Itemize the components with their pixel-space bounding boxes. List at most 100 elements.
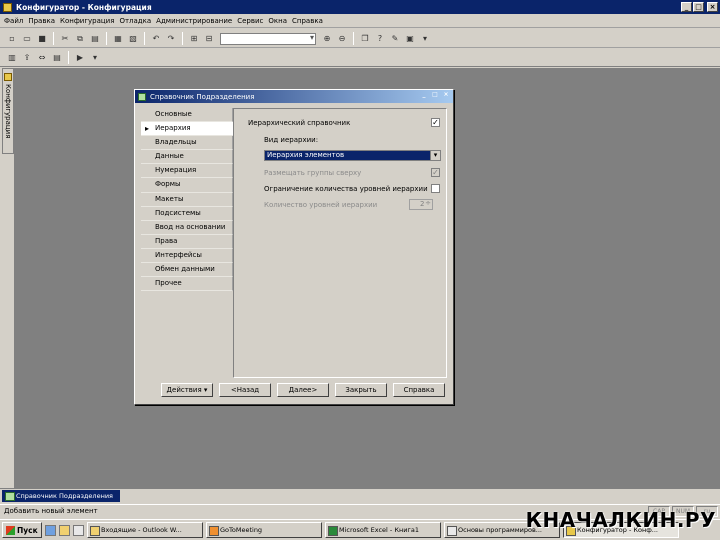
toolbar-separator xyxy=(106,32,107,45)
levels-count-input[interactable]: 2 xyxy=(409,199,433,210)
toolbar-separator xyxy=(53,32,54,45)
dialog-close-button[interactable]: × xyxy=(441,91,451,100)
nav-item-main[interactable]: Основные xyxy=(141,108,233,123)
menu-debug[interactable]: Отладка xyxy=(119,17,151,25)
dialog-maximize-button[interactable]: □ xyxy=(430,91,440,100)
nav-item-hierarchy[interactable]: Иерархия xyxy=(141,122,233,137)
menu-configuration[interactable]: Конфигурация xyxy=(60,17,114,25)
nav-item-input-based-on[interactable]: Ввод на основании xyxy=(141,220,233,235)
limit-levels-label: Ограничение количества уровней иерархии xyxy=(264,185,428,193)
new-icon[interactable]: ▫ xyxy=(6,33,18,45)
menu-bar: Файл Правка Конфигурация Отладка Админис… xyxy=(0,14,720,28)
find-icon[interactable]: ⊞ xyxy=(188,33,200,45)
find-prev-icon[interactable]: ⊖ xyxy=(336,33,348,45)
replace-icon[interactable]: ⊟ xyxy=(203,33,215,45)
context-help-icon[interactable]: ? xyxy=(374,33,386,45)
next-button[interactable]: Далее> xyxy=(277,383,329,397)
toolbar-separator xyxy=(144,32,145,45)
nav-item-interfaces[interactable]: Интерфейсы xyxy=(141,248,233,264)
toolbar-separator xyxy=(353,32,354,45)
hierarchy-panel: Иерархический справочник ✓ Вид иерархии:… xyxy=(233,108,447,378)
actions-button[interactable]: Действия ▾ xyxy=(161,383,213,397)
config-toolbar: ▥ ⇪ ⇔ ▤ ▶ ▾ xyxy=(0,49,720,67)
chevron-down-icon[interactable]: ▾ xyxy=(430,151,440,160)
toolbar-options-icon[interactable]: ▾ xyxy=(89,52,101,64)
close-button[interactable]: × xyxy=(707,2,718,12)
help-button[interactable]: Справка xyxy=(393,383,445,397)
menu-file[interactable]: Файл xyxy=(4,17,23,25)
paste-icon[interactable]: ▤ xyxy=(89,33,101,45)
task-excel[interactable]: Microsoft Excel - Книга1 xyxy=(325,522,441,538)
copy-icon[interactable]: ⧉ xyxy=(74,33,86,45)
window-tab-catalog[interactable]: Справочник Подразделения xyxy=(2,490,120,502)
limit-levels-checkbox[interactable] xyxy=(431,184,440,193)
hierarchical-checkbox[interactable]: ✓ xyxy=(431,118,440,127)
status-text: Добавить новый элемент xyxy=(4,507,98,515)
maximize-button[interactable]: □ xyxy=(693,2,704,12)
minimize-button[interactable]: _ xyxy=(681,2,692,12)
toolbar-separator xyxy=(68,51,69,64)
quicklaunch-outlook-icon[interactable] xyxy=(59,524,70,536)
toolbar-options-icon[interactable]: ▾ xyxy=(419,33,431,45)
menu-edit[interactable]: Правка xyxy=(28,17,55,25)
compare-icon[interactable]: ⇔ xyxy=(36,52,48,64)
nav-item-data-exchange[interactable]: Обмен данными xyxy=(141,263,233,278)
hierarchy-type-select[interactable]: Иерархия элементов ▾ xyxy=(264,150,441,161)
windows-logo-icon xyxy=(6,525,15,535)
preview-icon[interactable]: ▧ xyxy=(127,33,139,45)
save-icon[interactable]: ■ xyxy=(36,33,48,45)
menu-service[interactable]: Сервис xyxy=(237,17,263,25)
search-combo[interactable] xyxy=(220,32,316,45)
menu-administration[interactable]: Администрирование xyxy=(156,17,232,25)
properties-icon[interactable]: ▤ xyxy=(51,52,63,64)
nav-item-data[interactable]: Данные xyxy=(141,150,233,165)
open-icon[interactable]: ▭ xyxy=(21,33,33,45)
windows-icon[interactable]: ❐ xyxy=(359,33,371,45)
nav-item-other[interactable]: Прочее xyxy=(141,277,233,292)
task-gotomeeting[interactable]: GoToMeeting xyxy=(206,522,322,538)
print-icon[interactable]: ▦ xyxy=(112,33,124,45)
menu-help[interactable]: Справка xyxy=(292,17,323,25)
window-tabs-bar: Справочник Подразделения xyxy=(0,488,720,503)
dialog-nav-list: Основные Иерархия Владельцы Данные Нумер… xyxy=(141,108,233,293)
quicklaunch-explorer-icon[interactable] xyxy=(73,524,84,536)
task-outlook[interactable]: Входящие - Outlook W... xyxy=(87,522,203,538)
back-button[interactable]: <Назад xyxy=(219,383,271,397)
nav-item-numbering[interactable]: Нумерация xyxy=(141,164,233,179)
dialog-title-bar: Справочник Подразделения _ □ × xyxy=(135,90,453,103)
nav-item-templates[interactable]: Макеты xyxy=(141,192,233,207)
catalog-editor-dialog: Справочник Подразделения _ □ × Основные … xyxy=(134,89,454,405)
window-controls: _ □ × xyxy=(681,2,718,12)
start-button[interactable]: Пуск xyxy=(2,522,42,538)
tools-icon[interactable]: ▣ xyxy=(404,33,416,45)
nav-item-subsystems[interactable]: Подсистемы xyxy=(141,206,233,221)
menu-windows[interactable]: Окна xyxy=(268,17,287,25)
start-debug-icon[interactable]: ▶ xyxy=(74,52,86,64)
nav-item-owners[interactable]: Владельцы xyxy=(141,136,233,151)
dialog-title: Справочник Подразделения xyxy=(150,92,255,101)
find-next-icon[interactable]: ⊕ xyxy=(321,33,333,45)
config-icon xyxy=(4,73,12,81)
redo-icon[interactable]: ↷ xyxy=(165,33,177,45)
cut-icon[interactable]: ✂ xyxy=(59,33,71,45)
open-config-icon[interactable]: ▥ xyxy=(6,52,18,64)
groups-top-checkbox[interactable]: ✓ xyxy=(431,168,440,177)
app-icon xyxy=(3,2,12,12)
dialog-button-row: Действия ▾ <Назад Далее> Закрыть Справка xyxy=(161,383,445,397)
syntax-assistant-icon[interactable]: ✎ xyxy=(389,33,401,45)
app-title: Конфигуратор - Конфигурация xyxy=(16,2,152,12)
update-db-icon[interactable]: ⇪ xyxy=(21,52,33,64)
side-tab-label: Конфигурация xyxy=(4,84,12,139)
nav-item-rights[interactable]: Права xyxy=(141,234,233,249)
app-title-bar: Конфигуратор - Конфигурация _ □ × xyxy=(0,0,720,14)
undo-icon[interactable]: ↶ xyxy=(150,33,162,45)
toolbar-separator xyxy=(182,32,183,45)
config-side-tab[interactable]: Конфигурация xyxy=(2,68,14,154)
close-dialog-button[interactable]: Закрыть xyxy=(335,383,387,397)
dialog-minimize-button[interactable]: _ xyxy=(419,91,429,100)
quicklaunch-desktop-icon[interactable] xyxy=(45,524,56,536)
catalog-icon xyxy=(138,92,146,101)
nav-item-forms[interactable]: Формы xyxy=(141,178,233,193)
start-label: Пуск xyxy=(17,525,38,535)
hierarchy-type-label: Вид иерархии: xyxy=(264,136,319,144)
